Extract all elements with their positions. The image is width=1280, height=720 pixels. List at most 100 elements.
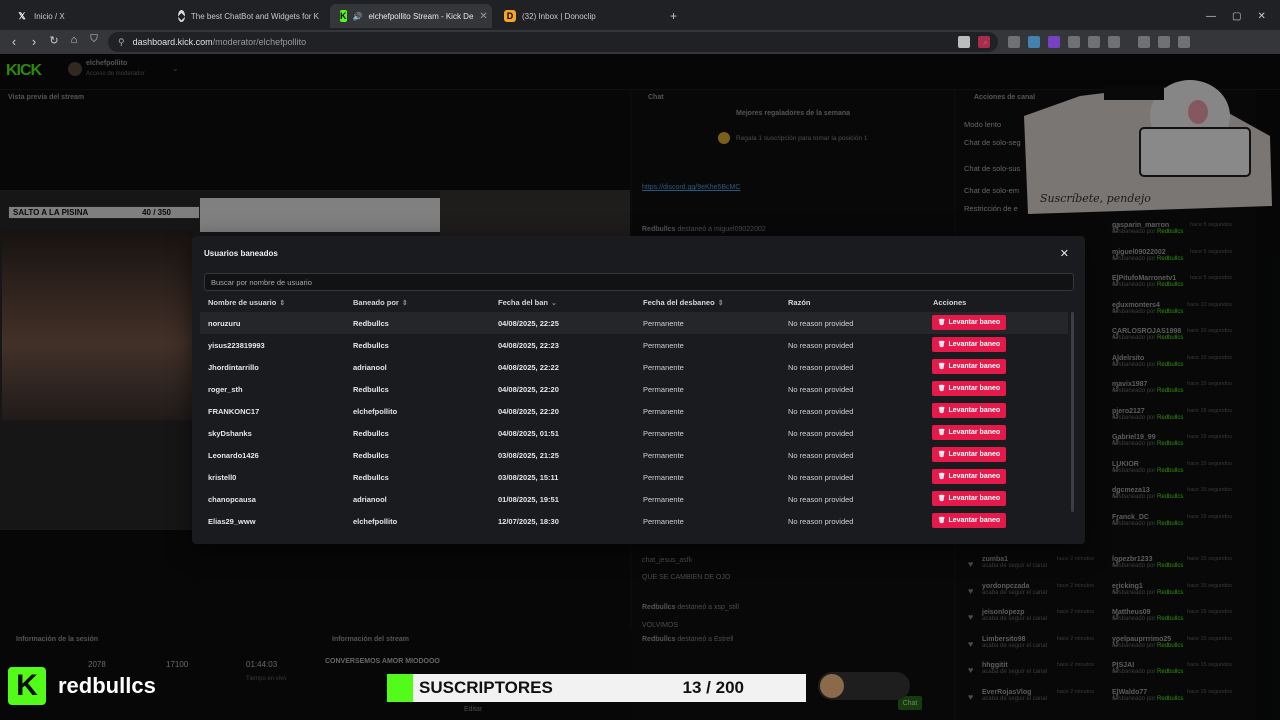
cell-user: Elias29_www [208,517,256,526]
column-header-ban-date[interactable]: Fecha del ban ⌄ [498,298,557,307]
streamer-brand: K redbullcs [8,664,156,708]
window-close-icon[interactable]: ✕ [1257,11,1265,22]
tab-x[interactable]: 𝕏 Inicio / X [6,4,166,28]
reload-icon[interactable]: ↻ [46,34,62,47]
cell-by: elchefpollito [353,517,398,526]
cell-unban-date: Permanente [643,429,684,438]
unban-button[interactable]: 🗑 Levantar baneo [932,469,1006,484]
home-icon[interactable]: ⌂ [66,34,82,46]
cell-reason: No reason provided [788,451,854,460]
new-tab-button[interactable]: + [660,4,680,28]
unban-button[interactable]: 🗑 Levantar baneo [932,337,1006,352]
unban-button[interactable]: 🗑 Levantar baneo [932,381,1006,396]
address-bar[interactable]: ⚲ dashboard.kick.com/moderator/elchefpol… [108,32,998,52]
cell-reason: No reason provided [788,319,854,328]
kick-k-logo: K [8,667,46,705]
cell-date: 04/08/2025, 22:22 [498,363,559,372]
tab-kick[interactable]: K 🔊 elchefpollito Stream - Kick De ✕ [330,4,492,28]
extension-icon[interactable] [1008,36,1020,48]
unban-button[interactable]: 🗑 Levantar baneo [932,447,1006,462]
table-row: Jhordintarrillo adrianool 04/08/2025, 22:2… [200,356,1068,378]
subs-progress-fill [387,674,413,702]
cell-date: 04/08/2025, 22:23 [498,341,559,350]
cell-unban-date: Permanente [643,407,684,416]
cell-unban-date: Permanente [643,517,684,526]
cell-user: Jhordintarrillo [208,363,259,372]
table-row: Leonardo1426 Redbullcs 03/08/2025, 21:25 Pe… [200,444,1068,466]
cell-by: Redbullcs [353,341,389,350]
table-row: Elias29_www elchefpollito 12/07/2025, 18:3… [200,510,1068,532]
search-input[interactable] [204,273,1074,291]
bookmark-icon[interactable]: ⛉ [86,34,102,45]
unban-button[interactable]: 🗑 Levantar baneo [932,315,1006,330]
download-icon[interactable] [1138,36,1150,48]
table-scrollbar[interactable] [1071,312,1074,512]
forward-icon[interactable]: › [26,34,42,49]
unban-button[interactable]: 🗑 Levantar baneo [932,491,1006,506]
trash-icon: 🗑 [937,408,946,414]
cell-user: skyDshanks [208,429,252,438]
cell-reason: No reason provided [788,407,854,416]
extension-icon[interactable] [1028,36,1040,48]
table-row: yisus223819993 Redbullcs 04/08/2025, 22:23… [200,334,1068,356]
minimize-icon[interactable]: — [1206,11,1216,22]
trash-icon: 🗑 [937,320,946,326]
maximize-icon[interactable]: ▢ [1232,11,1241,22]
extension-icon[interactable] [1068,36,1080,48]
unban-button[interactable]: 🗑 Levantar baneo [932,403,1006,418]
cell-reason: No reason provided [788,363,854,372]
trash-icon: 🗑 [937,386,946,392]
extension-icon[interactable] [1088,36,1100,48]
cell-user: noruzuru [208,319,241,328]
unban-label: Levantar baneo [948,495,1001,502]
back-icon[interactable]: ‹ [6,34,22,49]
unban-button[interactable]: 🗑 Levantar baneo [932,513,1006,528]
tab-title: elchefpollito Stream - Kick De [368,11,474,21]
cell-user: roger_sth [208,385,243,394]
unban-label: Levantar baneo [948,429,1001,436]
cell-date: 04/08/2025, 22:20 [498,385,559,394]
subs-goal-bar: SUSCRIPTORES 13 / 200 [387,674,806,702]
table-row: skyDshanks Redbullcs 04/08/2025, 01:51 Perm… [200,422,1068,444]
browser-address-row: ‹ › ↻ ⌂ ⛉ ⚲ dashboard.kick.com/moderator… [0,30,1280,54]
unban-button[interactable]: 🗑 Levantar baneo [932,359,1006,374]
brand-name: redbullcs [58,673,156,698]
table-row: noruzuru Redbullcs 04/08/2025, 22:25 Perman… [200,312,1068,334]
tab-title: (32) Inbox | Donoclip [522,11,596,21]
cell-user: FRANKONC17 [208,407,260,416]
unban-button[interactable]: 🗑 Levantar baneo [932,425,1006,440]
media-icon[interactable] [1158,36,1170,48]
trash-icon: 🗑 [937,430,946,436]
tab-donoclip[interactable]: D (32) Inbox | Donoclip [494,4,654,28]
cell-reason: No reason provided [788,495,854,504]
cell-by: Redbullcs [353,319,389,328]
cell-date: 04/08/2025, 01:51 [498,429,559,438]
close-icon[interactable]: ✕ [479,11,487,22]
cell-by: adrianool [353,363,387,372]
column-header-banned-by[interactable]: Baneado por ⇕ [353,298,408,307]
extension-icon[interactable] [1108,36,1120,48]
table-row: kristell0 Redbullcs 03/08/2025, 15:11 Perma… [200,466,1068,488]
column-header-unban-date[interactable]: Fecha del desbaneo ⇕ [643,298,724,307]
cell-reason: No reason provided [788,473,854,482]
x-logo-icon: 𝕏 [18,10,26,21]
table-row: roger_sth Redbullcs 04/08/2025, 22:20 Perma… [200,378,1068,400]
brave-shield-icon[interactable] [958,36,970,48]
trash-icon: 🗑 [937,364,946,370]
rewards-icon[interactable] [978,36,990,48]
cell-by: Redbullcs [353,385,389,394]
site-info-icon[interactable]: ⚲ [118,37,125,48]
unban-label: Levantar baneo [948,341,1001,348]
close-icon[interactable]: ✕ [1060,247,1069,260]
cell-date: 04/08/2025, 22:20 [498,407,559,416]
cell-unban-date: Permanente [643,473,684,482]
sidebar-icon[interactable] [1178,36,1190,48]
cell-user: yisus223819993 [208,341,265,350]
column-header-reason: Razón [788,298,811,307]
tab-botrix[interactable]: ◆ The best ChatBot and Widgets for K [168,4,328,28]
cell-date: 12/07/2025, 18:30 [498,517,559,526]
column-header-username[interactable]: Nombre de usuario ⇕ [208,298,285,307]
twitch-ext-icon[interactable] [1048,36,1060,48]
window-controls: — ▢ ✕ [1196,4,1276,28]
cell-date: 03/08/2025, 15:11 [498,473,559,482]
